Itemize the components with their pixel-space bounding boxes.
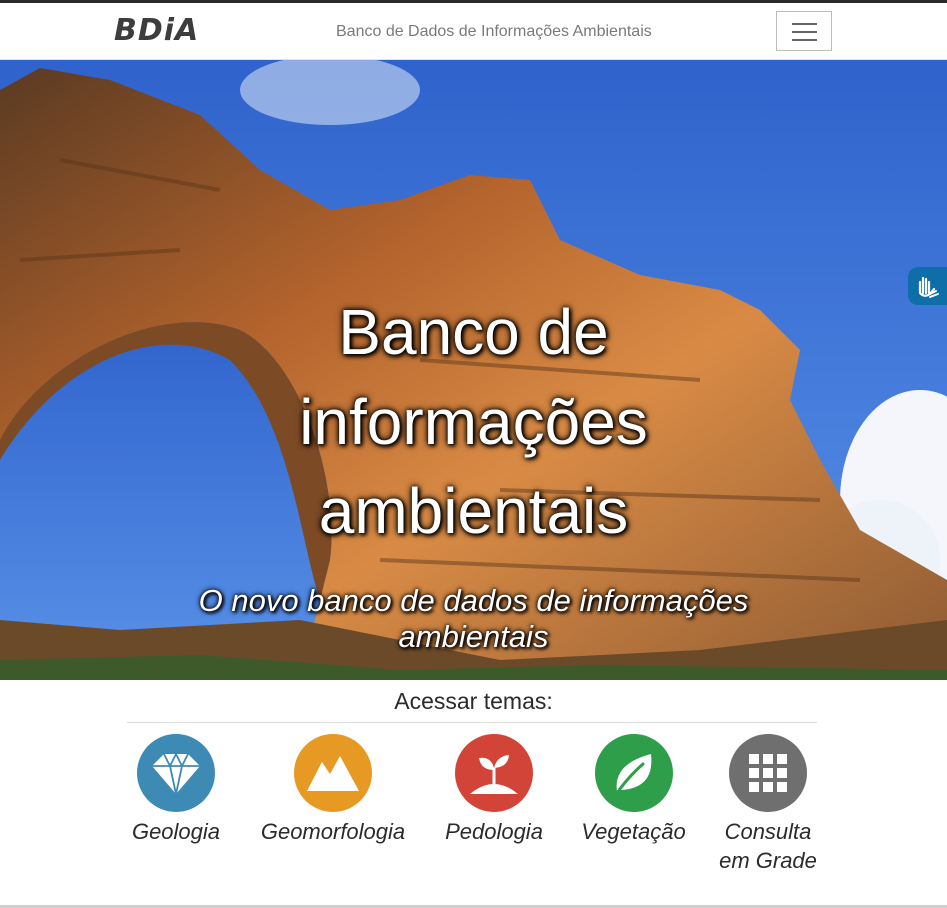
hamburger-menu-icon xyxy=(792,23,817,25)
site-title: Banco de Dados de Informações Ambientais xyxy=(336,23,652,40)
sign-language-hands-icon xyxy=(918,276,939,298)
theme-label[interactable]: Consulta em Grade xyxy=(718,817,818,875)
theme-geomorfologia[interactable]: Geomorfologia xyxy=(253,734,413,846)
hero-banner: Banco de informações ambientais O novo b… xyxy=(0,60,947,680)
sprout-soil-icon xyxy=(470,755,518,794)
themes-divider xyxy=(127,722,817,723)
hero-title: Banco de informações ambientais xyxy=(299,296,648,548)
theme-circle[interactable] xyxy=(729,734,807,812)
navbar: BDiA Banco de Dados de Informações Ambie… xyxy=(0,3,947,60)
theme-circle[interactable] xyxy=(455,734,533,812)
theme-pedologia[interactable]: Pedologia xyxy=(440,734,548,846)
theme-label[interactable]: Pedologia xyxy=(440,817,548,846)
leaf-icon xyxy=(613,754,651,798)
diamond-icon xyxy=(152,751,200,795)
hamburger-line xyxy=(792,39,817,41)
hamburger-line xyxy=(792,31,817,33)
theme-circle[interactable] xyxy=(294,734,372,812)
theme-label[interactable]: Vegetação xyxy=(576,817,691,846)
menu-toggle-button[interactable] xyxy=(776,11,832,51)
brand-logo[interactable]: BDiA xyxy=(114,13,199,48)
theme-consulta-em-grade[interactable]: Consulta em Grade xyxy=(718,734,818,875)
theme-label[interactable]: Geologia xyxy=(127,817,225,846)
theme-label[interactable]: Geomorfologia xyxy=(253,817,413,846)
grid-icon xyxy=(749,754,787,792)
themes-heading: Acessar temas: xyxy=(394,688,553,714)
theme-circle[interactable] xyxy=(594,734,673,812)
theme-geologia[interactable]: Geologia xyxy=(127,734,225,846)
theme-vegetacao[interactable]: Vegetação xyxy=(576,734,691,846)
mountains-icon xyxy=(307,756,359,791)
hero-subtitle: O novo banco de dados de informações amb… xyxy=(198,583,749,654)
theme-circle[interactable] xyxy=(137,734,215,812)
vlibras-accessibility-button[interactable] xyxy=(908,267,947,305)
